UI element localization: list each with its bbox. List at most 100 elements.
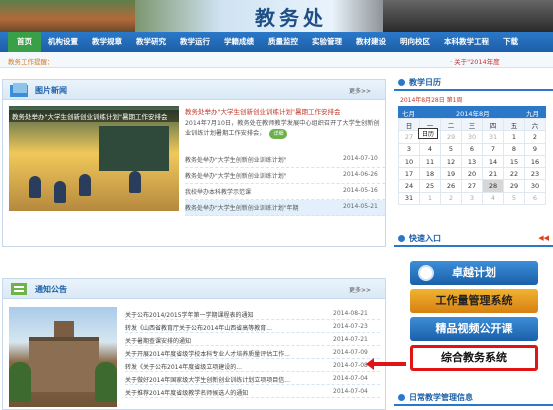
nav-item-quality[interactable]: 质量监控 — [261, 32, 305, 52]
nav-item-undergrad[interactable]: 本科教学工程 — [437, 32, 496, 52]
calendar-day[interactable]: 11 — [419, 154, 441, 169]
calendar-day[interactable]: 3 — [461, 191, 483, 206]
calendar-nav: 七月 2014年8月 九月 — [398, 106, 546, 118]
nav-item-research[interactable]: 教学研究 — [129, 32, 173, 52]
workload-system-button[interactable]: 工作量管理系统 — [410, 289, 538, 313]
calendar-day[interactable]: 23 — [524, 167, 546, 181]
calendar-day[interactable]: 12 — [440, 154, 462, 169]
weekday-label: 六 — [524, 117, 546, 132]
nav-item-textbook[interactable]: 教材建设 — [349, 32, 393, 52]
news-row[interactable]: 教务处举办"大学生创新创业训练计划" 2014-07-10 — [185, 152, 385, 168]
news-row[interactable]: 教务处举办"大学生创新创业训练计划" 2014-06-26 — [185, 168, 385, 184]
calendar-day[interactable]: 20 — [461, 167, 483, 181]
calendar-day[interactable]: 26 — [440, 179, 462, 193]
notice-row[interactable]: 转发《关于公布2014年度省级立项建设的... 2014-07-08 — [125, 359, 380, 372]
calendar-day[interactable]: 2 — [524, 130, 546, 144]
notice-row[interactable]: 关于暑期查课安排的通知 2014-07-21 — [125, 333, 380, 346]
calendar-day[interactable]: 8 — [503, 142, 525, 156]
nav-item-lab[interactable]: 实验管理 — [305, 32, 349, 52]
nav-item-home[interactable]: 首页 — [8, 32, 41, 52]
notice-title[interactable]: 关于做好2014年国家级大学生创新创业训练计划立项项目信... — [125, 375, 325, 384]
calendar-day[interactable]: 4 — [419, 142, 441, 156]
notice-title[interactable]: 关于公布2014/2015学年第一学期课程表的通知 — [125, 310, 325, 319]
notice-title[interactable]: 关于开展2014年度省级学校本科专业人才培养质量评估工作... — [125, 349, 325, 358]
news-list: 教务处举办"大学生创新创业训练计划" 2014-07-10 教务处举办"大学生创新… — [185, 152, 385, 216]
notice-row[interactable]: 关于做好2014年国家级大学生创新创业训练计划立项项目信... 2014-07-0… — [125, 372, 380, 385]
calendar-day[interactable]: 25 — [419, 179, 441, 193]
calendar-day[interactable]: 22 — [503, 167, 525, 181]
photo-news-more-link[interactable]: 更多>> — [349, 86, 371, 95]
calendar-day[interactable]: 5 — [440, 142, 462, 156]
nav-item-grades[interactable]: 学籍成绩 — [217, 32, 261, 52]
academic-system-button[interactable]: 综合教务系统 — [410, 345, 538, 371]
feature-news-title[interactable]: 教务处举办"大学生创新创业训练计划"暑期工作安排会 — [185, 106, 385, 116]
news-title[interactable]: 教务处举办"大学生创新创业训练计划" — [185, 171, 335, 180]
calendar-day[interactable]: 1 — [503, 130, 525, 144]
calendar-day[interactable]: 15 — [503, 154, 525, 169]
calendar-day[interactable]: 31 — [482, 130, 504, 144]
scrolling-reminder[interactable]: · 关于"2014年度 — [450, 56, 500, 66]
calendar-day[interactable]: 6 — [524, 191, 546, 206]
news-title[interactable]: 我校举办本科教学示范课 — [185, 187, 335, 196]
calendar-day[interactable]: 9 — [524, 142, 546, 156]
calendar-day[interactable]: 17 — [398, 167, 420, 181]
open-course-label: 精品视频公开课 — [435, 322, 513, 335]
news-title[interactable]: 教务处举办"大学生创新创业训练计划" — [185, 155, 335, 164]
calendar-day[interactable]: 29 — [503, 179, 525, 193]
notice-title[interactable]: 转发《关于公布2014年度省级立项建设的... — [125, 362, 325, 371]
calendar-day[interactable]: 18 — [419, 167, 441, 181]
bullet-icon — [398, 235, 405, 242]
calendar-day[interactable]: 30 — [524, 179, 546, 193]
calendar-day[interactable]: 7 — [482, 142, 504, 156]
notice-title[interactable]: 关于推荐2014年度省级教学名师候选人的通知 — [125, 388, 325, 397]
excellence-plan-label: 卓越计划 — [452, 266, 496, 279]
calendar-day[interactable]: 31 — [398, 191, 420, 206]
nav-item-campus[interactable]: 明向校区 — [393, 32, 437, 52]
calendar-day[interactable]: 27 — [461, 179, 483, 193]
weekday-label: 二 — [440, 117, 462, 132]
calendar-prev-month[interactable]: 七月 — [402, 108, 415, 118]
detail-button[interactable]: 详细 — [269, 129, 288, 139]
calendar-day-selected[interactable]: 28 — [482, 179, 504, 193]
calendar-day[interactable]: 21 — [482, 167, 504, 181]
calendar-day[interactable]: 19 — [440, 167, 462, 181]
calendar-day[interactable]: 5 — [503, 191, 525, 206]
notice-title[interactable]: 转发《山西省教育厅关于公布2014年山西省高等教育... — [125, 323, 325, 332]
calendar-day[interactable]: 6 — [461, 142, 483, 156]
calendar-day[interactable]: 14 — [482, 154, 504, 169]
calendar-day[interactable]: 4 — [482, 191, 504, 206]
nav-item-rules[interactable]: 教学规章 — [85, 32, 129, 52]
excellence-plan-button[interactable]: 卓越计划 — [410, 261, 538, 285]
notice-row[interactable]: 关于公布2014/2015学年第一学期课程表的通知 2014-08-21 — [125, 307, 380, 320]
calendar-day[interactable]: 24 — [398, 179, 420, 193]
news-title[interactable]: 教务处举办"大学生创新创业训练计划"年期 — [185, 203, 335, 212]
calendar-day[interactable]: 30 — [461, 130, 483, 144]
calendar-day[interactable]: 3 — [398, 142, 420, 156]
quick-entry-title: 快速入口 — [409, 234, 441, 243]
calendar-day[interactable]: 1 — [419, 191, 441, 206]
notice-date: 2014-08-21 — [333, 310, 368, 317]
notice-row[interactable]: 转发《山西省教育厅关于公布2014年山西省高等教育... 2014-07-23 — [125, 320, 380, 333]
notice-title[interactable]: 关于暑期查课安排的通知 — [125, 336, 325, 345]
calendar-day[interactable]: 10 — [398, 154, 420, 169]
photo-news-header: 图片新闻 更多>> — [3, 80, 385, 100]
news-row[interactable]: 教务处举办"大学生创新创业训练计划"年期 2014-05-21 — [185, 200, 385, 216]
news-row[interactable]: 我校举办本科教学示范课 2014-05-16 — [185, 184, 385, 200]
open-course-button[interactable]: 精品视频公开课 — [410, 317, 538, 341]
nav-item-download[interactable]: 下载 — [496, 32, 525, 52]
news-photo[interactable]: 教务处举办"大学生创新创业训练计划"暑期工作安排会 — [9, 106, 179, 211]
calendar-day[interactable]: 2 — [440, 191, 462, 206]
photo-tree — [9, 362, 31, 402]
notice-row[interactable]: 关于开展2014年度省级学校本科专业人才培养质量评估工作... 2014-07-0… — [125, 346, 380, 359]
calendar-current-month: 2014年8月 — [456, 110, 490, 118]
notice-row[interactable]: 关于推荐2014年度省级教学名师候选人的通知 2014-07-04 — [125, 385, 380, 398]
calendar-day[interactable]: 29 — [440, 130, 462, 144]
notices-more-link[interactable]: 更多>> — [349, 285, 371, 294]
calendar-day[interactable]: 13 — [461, 154, 483, 169]
nav-item-operation[interactable]: 教学运行 — [173, 32, 217, 52]
calendar-day[interactable]: 16 — [524, 154, 546, 169]
notice-date: 2014-07-04 — [333, 388, 368, 395]
nav-item-org[interactable]: 机构设置 — [41, 32, 85, 52]
calendar-day[interactable]: 27 — [398, 130, 420, 144]
calendar-next-month[interactable]: 九月 — [526, 108, 539, 118]
